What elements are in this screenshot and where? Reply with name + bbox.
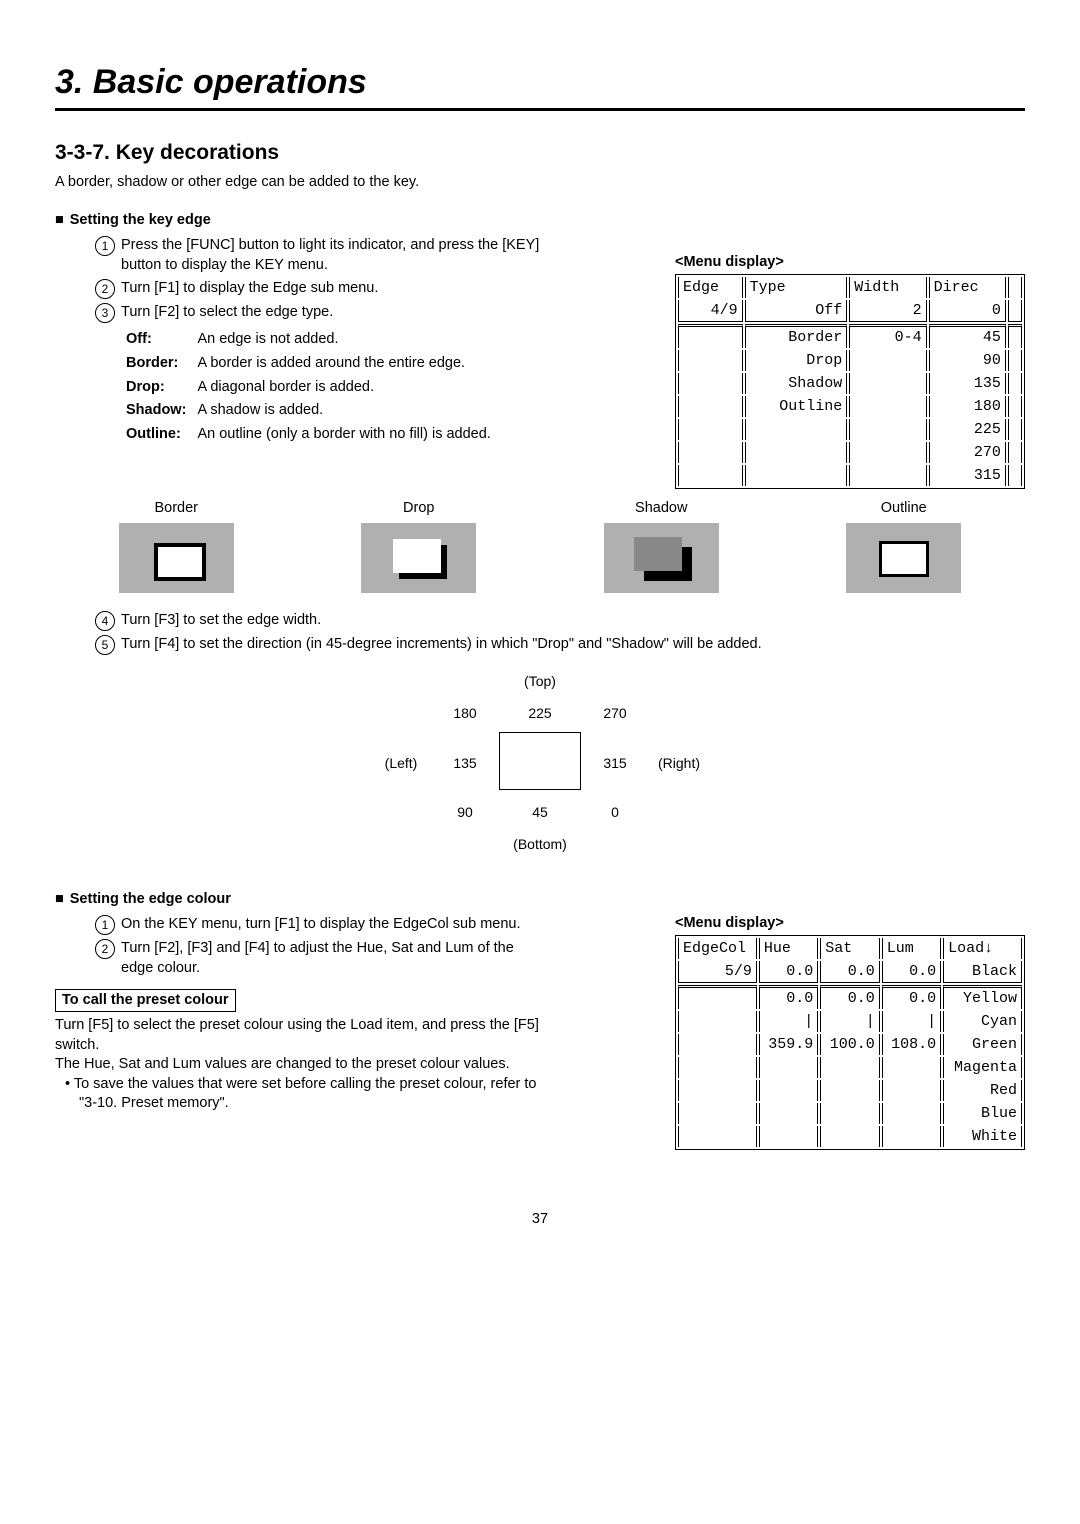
edge-previews: Border Drop Shadow Outline bbox=[55, 499, 1025, 593]
menu1-label: <Menu display> bbox=[675, 253, 1025, 273]
preset-text-1: Turn [F5] to select the preset colour us… bbox=[55, 1016, 545, 1055]
edge-type-table: Off:An edge is not added. Border:A borde… bbox=[123, 327, 494, 447]
step-5: Turn [F4] to set the direction (in 45-de… bbox=[121, 635, 762, 655]
step-num-1: 1 bbox=[95, 236, 115, 256]
colour-step-1: On the KEY menu, turn [F1] to display th… bbox=[121, 915, 521, 935]
intro-text: A border, shadow or other edge can be ad… bbox=[55, 173, 1025, 193]
preset-bullet: • To save the values that were set befor… bbox=[79, 1075, 545, 1114]
menu-display-2: EdgeColHueSatLumLoad↓ 5/90.00.00.0Black … bbox=[675, 935, 1025, 1150]
section-title: 3-3-7. Key decorations bbox=[55, 139, 1025, 167]
step-colour-2: 2 bbox=[95, 939, 115, 959]
preview-drop bbox=[361, 523, 476, 593]
preset-colour-box: To call the preset colour bbox=[55, 989, 236, 1013]
direction-diagram: (Top) 180225270 (Left)135315(Right) 9045… bbox=[55, 665, 1025, 862]
step-num-2: 2 bbox=[95, 279, 115, 299]
preview-outline bbox=[846, 523, 961, 593]
preset-text-2: The Hue, Sat and Lum values are changed … bbox=[55, 1055, 545, 1075]
preview-shadow bbox=[604, 523, 719, 593]
step-2: Turn [F1] to display the Edge sub menu. bbox=[121, 279, 378, 299]
colour-step-2: Turn [F2], [F3] and [F4] to adjust the H… bbox=[121, 939, 545, 978]
menu2-label: <Menu display> bbox=[675, 914, 1025, 934]
heading-edge-colour: Setting the edge colour bbox=[55, 890, 545, 910]
step-1: Press the [FUNC] button to light its ind… bbox=[121, 236, 545, 275]
heading-key-edge: Setting the key edge bbox=[55, 211, 545, 231]
step-num-4: 4 bbox=[95, 611, 115, 631]
menu-display-1: EdgeTypeWidthDirec 4/9Off20 Border0-445 … bbox=[675, 274, 1025, 489]
step-num-3: 3 bbox=[95, 303, 115, 323]
preview-border bbox=[119, 523, 234, 593]
step-colour-1: 1 bbox=[95, 915, 115, 935]
page-number: 37 bbox=[55, 1210, 1025, 1230]
chapter-title: 3. Basic operations bbox=[55, 60, 1025, 111]
step-4: Turn [F3] to set the edge width. bbox=[121, 611, 321, 631]
step-num-5: 5 bbox=[95, 635, 115, 655]
step-3: Turn [F2] to select the edge type. bbox=[121, 303, 333, 323]
